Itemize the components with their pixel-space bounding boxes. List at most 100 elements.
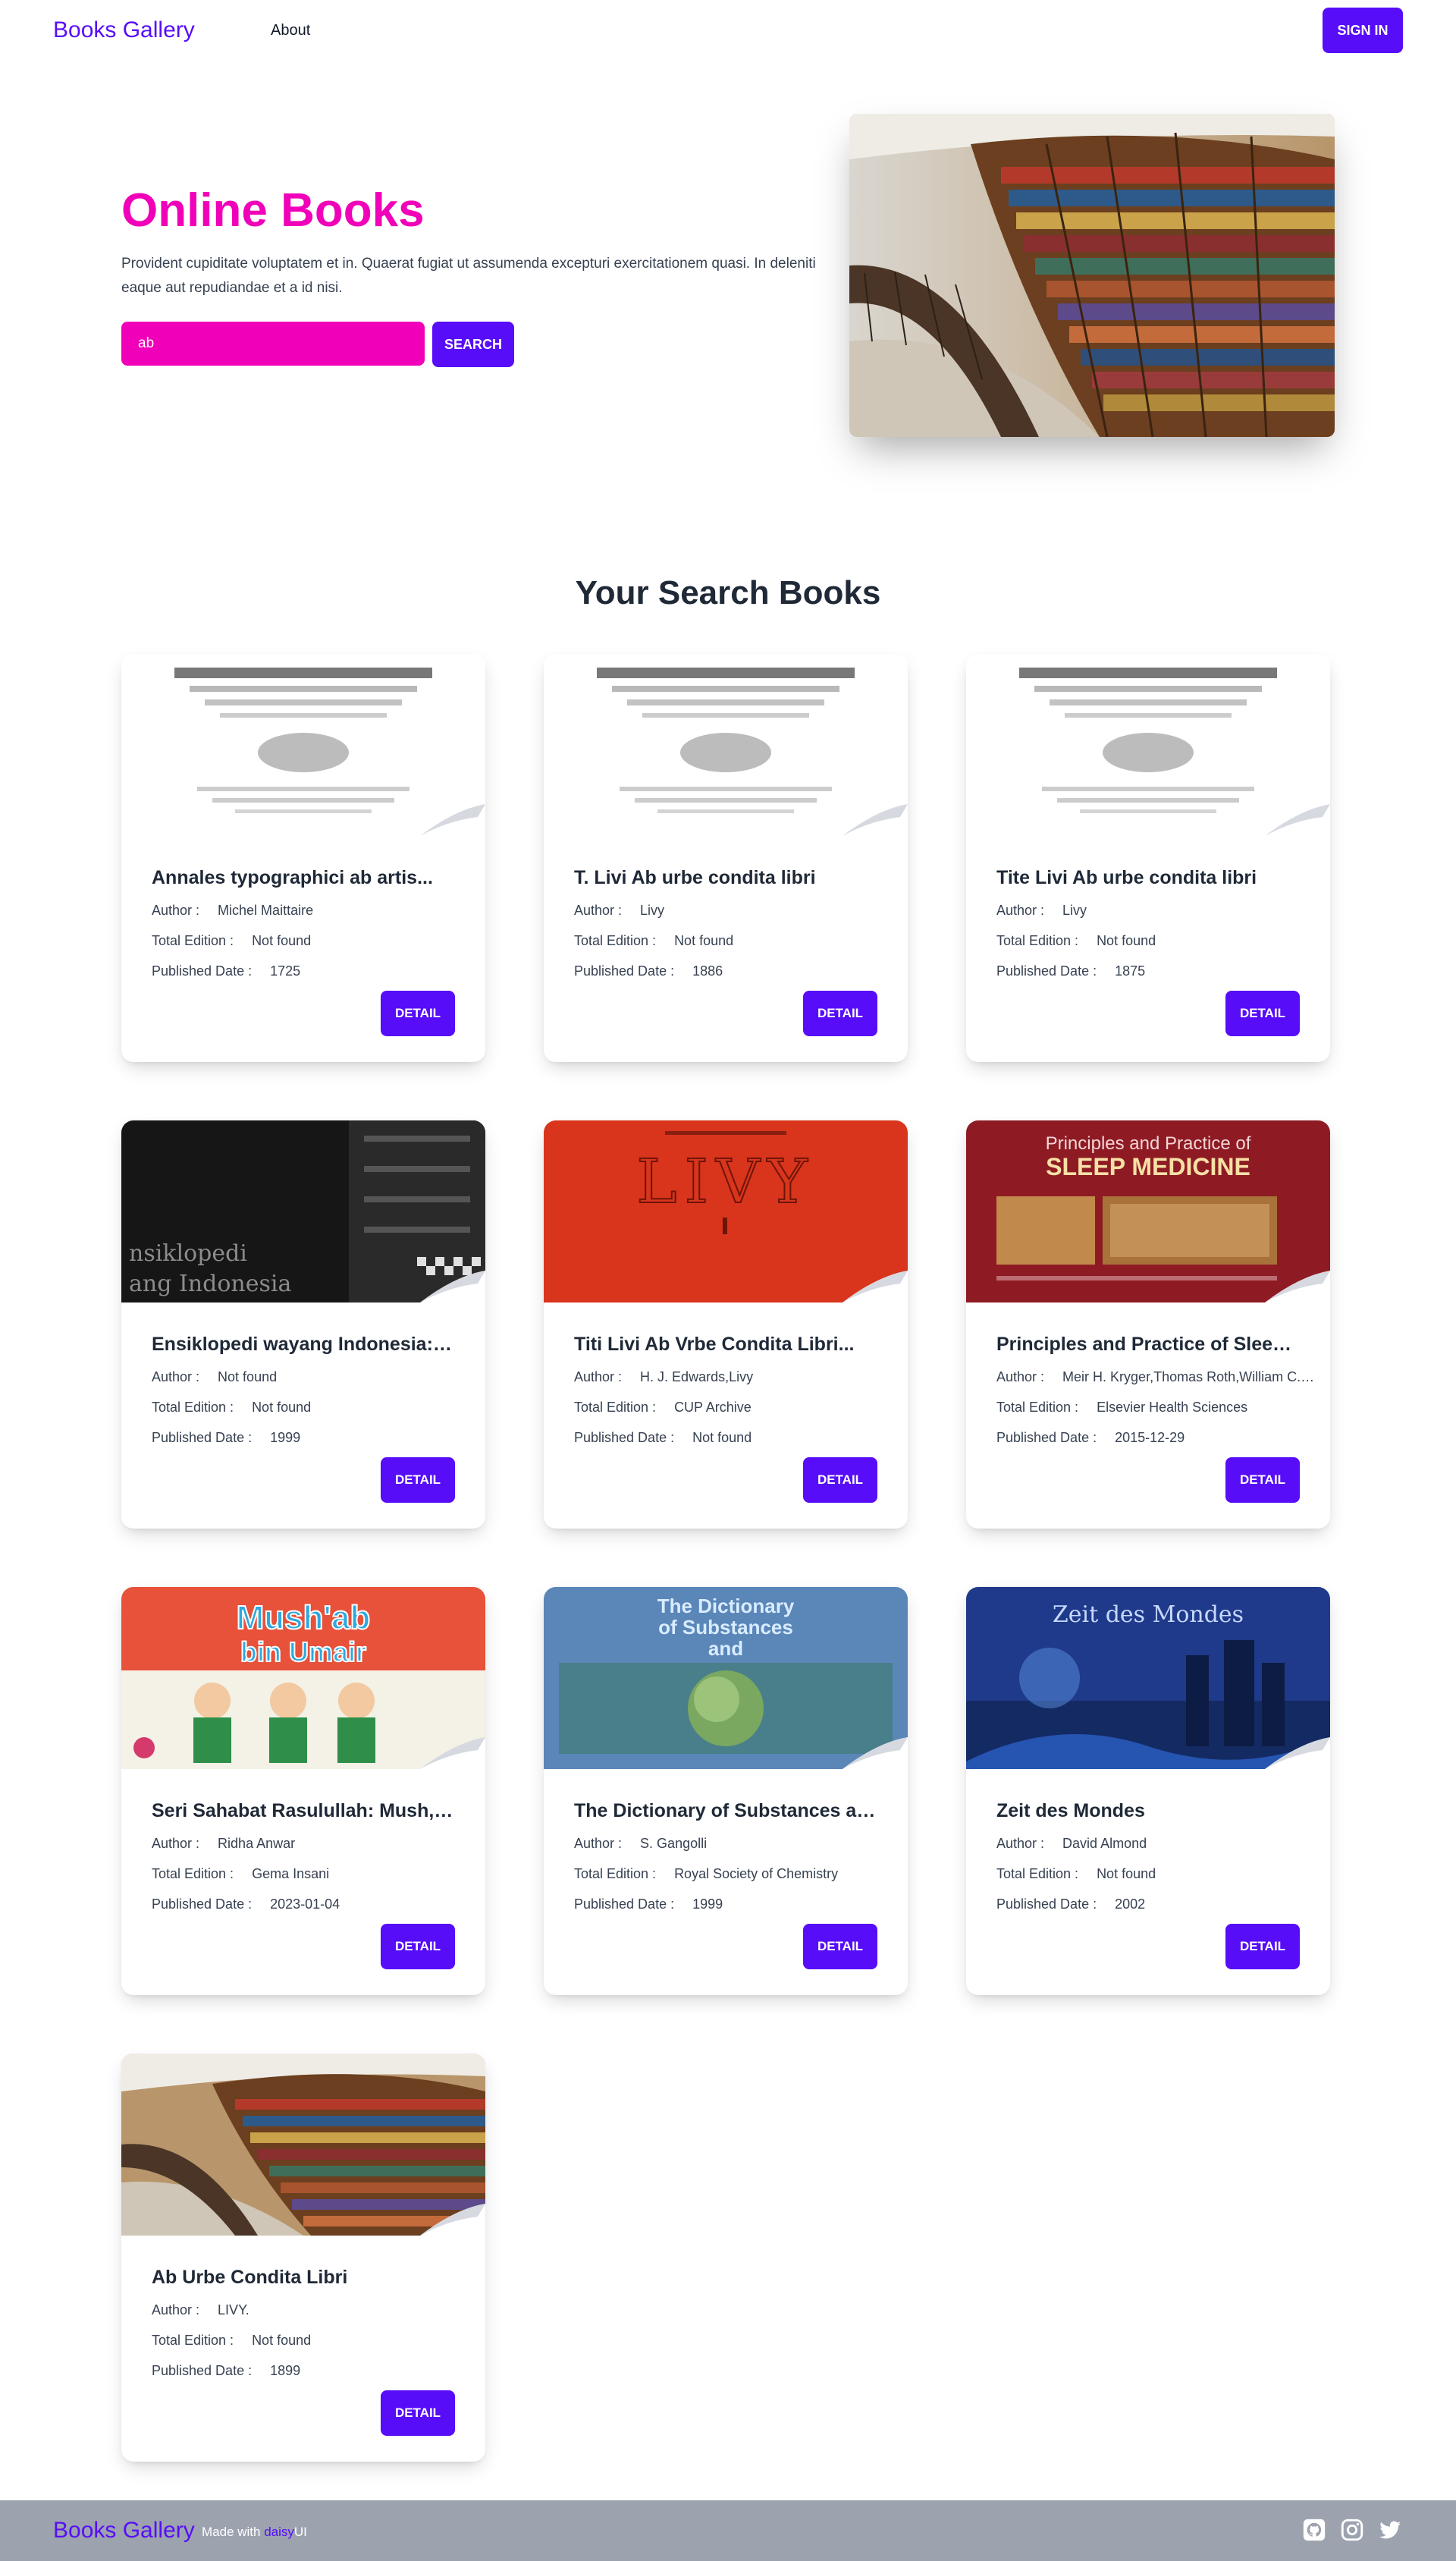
detail-button[interactable]: DETAIL	[1225, 991, 1300, 1036]
edition-label: Total Edition :	[152, 2333, 234, 2348]
book-edition-row: Total Edition : Not found	[152, 932, 470, 950]
book-author-row: Author : Livy	[996, 901, 1315, 919]
book-title: Zeit des Mondes	[996, 1800, 1145, 1821]
sign-in-button[interactable]: SIGN IN	[1323, 8, 1403, 53]
book-card: The Dictionary of Substances and The Dictio…	[544, 1587, 908, 1995]
book-cover-image: LIVY	[544, 1120, 908, 1302]
detail-button[interactable]: DETAIL	[803, 1924, 877, 1969]
book-edition-row: Total Edition : Gema Insani	[152, 1865, 470, 1883]
edition-label: Total Edition :	[996, 933, 1079, 948]
book-edition-row: Total Edition : Elsevier Health Sciences	[996, 1398, 1315, 1416]
detail-button[interactable]: DETAIL	[381, 2390, 455, 2436]
search-input[interactable]	[121, 322, 425, 366]
author-label: Author :	[996, 1836, 1045, 1851]
date-label: Published Date :	[996, 963, 1097, 979]
book-edition-row: Total Edition : Not found	[152, 2331, 470, 2349]
svg-text:nsiklopedi: nsiklopedi	[129, 1240, 247, 1267]
svg-text:LIVY: LIVY	[636, 1146, 814, 1217]
navbar: Books Gallery About SIGN IN	[0, 0, 1456, 61]
book-cover-image: nsiklopedi ang Indonesia	[121, 1120, 485, 1302]
book-card: Ab Urbe Condita Libri Author : LIVY. Total …	[121, 2054, 485, 2462]
date-label: Published Date :	[152, 1896, 253, 1912]
book-edition-row: Total Edition : CUP Archive	[574, 1398, 893, 1416]
book-title: Tite Livi Ab urbe condita libri	[996, 867, 1257, 888]
book-date-row: Published Date : 1899	[152, 2361, 470, 2380]
twitter-icon[interactable]	[1377, 2517, 1403, 2543]
book-cover-image	[966, 654, 1330, 836]
book-edition-row: Total Edition : Royal Society of Chemistr…	[574, 1865, 893, 1883]
book-author-row: Author : Livy	[574, 901, 893, 919]
book-title: Titi Livi Ab Vrbe Condita Libri...	[574, 1334, 855, 1355]
book-date-row: Published Date : 2002	[996, 1895, 1315, 1913]
book-author-row: Author : LIVY.	[152, 2301, 470, 2319]
author-value: H. J. Edwards,Livy	[640, 1369, 754, 1384]
edition-value: Elsevier Health Sciences	[1097, 1400, 1248, 1415]
detail-button[interactable]: DETAIL	[803, 1457, 877, 1503]
author-value: Meir H. Kryger,Thomas Roth,William C. De…	[1062, 1369, 1315, 1384]
date-value: Not found	[692, 1430, 752, 1445]
edition-value: CUP Archive	[674, 1400, 752, 1415]
book-card: nsiklopedi ang Indonesia Ensiklopedi wayan…	[121, 1120, 485, 1529]
detail-button[interactable]: DETAIL	[381, 1457, 455, 1503]
edition-label: Total Edition :	[152, 1400, 234, 1415]
edition-value: Not found	[252, 933, 312, 948]
book-title: Seri Sahabat Rasulullah: Mush,ab...	[152, 1800, 455, 1821]
svg-text:SLEEP MEDICINE: SLEEP MEDICINE	[1046, 1153, 1250, 1180]
date-value: 2002	[1115, 1896, 1146, 1912]
footer-brand-link[interactable]: Books Gallery	[53, 2515, 195, 2546]
date-value: 1999	[692, 1896, 723, 1912]
book-author-row: Author : Not found	[152, 1368, 470, 1386]
author-value: S. Gangolli	[640, 1836, 708, 1851]
detail-button[interactable]: DETAIL	[1225, 1924, 1300, 1969]
svg-text:Zeit des Mondes: Zeit des Mondes	[1053, 1601, 1244, 1628]
book-date-row: Published Date : 2015-12-29	[996, 1428, 1315, 1447]
author-label: Author :	[574, 1836, 623, 1851]
github-icon[interactable]	[1301, 2517, 1327, 2543]
book-author-row: Author : H. J. Edwards,Livy	[574, 1368, 893, 1386]
edition-label: Total Edition :	[152, 1866, 234, 1881]
date-label: Published Date :	[574, 1896, 675, 1912]
date-value: 2015-12-29	[1115, 1430, 1185, 1445]
author-label: Author :	[996, 1369, 1045, 1384]
detail-button[interactable]: DETAIL	[803, 991, 877, 1036]
edition-value: Not found	[252, 1400, 312, 1415]
date-label: Published Date :	[996, 1430, 1097, 1445]
detail-button[interactable]: DETAIL	[381, 991, 455, 1036]
author-label: Author :	[152, 2302, 200, 2317]
book-edition-row: Total Edition : Not found	[996, 932, 1315, 950]
author-value: Not found	[218, 1369, 278, 1384]
edition-label: Total Edition :	[574, 933, 657, 948]
edition-label: Total Edition :	[152, 933, 234, 948]
book-card: Zeit des Mondes Zeit des Mondes Author : Da…	[966, 1587, 1330, 1995]
book-author-row: Author : David Almond	[996, 1834, 1315, 1852]
edition-value: Not found	[674, 933, 734, 948]
book-cover-image	[121, 2054, 485, 2236]
edition-value: Gema Insani	[252, 1866, 330, 1881]
date-label: Published Date :	[152, 1430, 253, 1445]
author-value: LIVY.	[218, 2302, 249, 2317]
date-label: Published Date :	[574, 1430, 675, 1445]
nav-about-link[interactable]: About	[271, 20, 310, 41]
hero-title: Online Books	[121, 184, 425, 237]
book-edition-row: Total Edition : Not found	[996, 1865, 1315, 1883]
search-button[interactable]: SEARCH	[432, 322, 514, 367]
svg-text:and: and	[708, 1637, 743, 1660]
svg-text:The Dictionary: The Dictionary	[657, 1595, 795, 1617]
footer: Books Gallery Made with daisyUI	[0, 2500, 1456, 2561]
author-value: David Almond	[1062, 1836, 1147, 1851]
book-title: Ensiklopedi wayang Indonesia: A-B	[152, 1334, 455, 1355]
book-date-row: Published Date : Not found	[574, 1428, 893, 1447]
book-date-row: Published Date : 2023-01-04	[152, 1895, 470, 1913]
ui-text: UI	[293, 2525, 307, 2539]
brand-link[interactable]: Books Gallery	[53, 15, 195, 46]
book-card: Mush'ab bin Umair Seri Sahabat Rasulullah:…	[121, 1587, 485, 1995]
instagram-icon[interactable]	[1339, 2517, 1365, 2543]
book-date-row: Published Date : 1875	[996, 962, 1315, 980]
made-with-text: Made with	[202, 2525, 261, 2539]
author-value: Livy	[640, 903, 665, 918]
detail-button[interactable]: DETAIL	[381, 1924, 455, 1969]
detail-button[interactable]: DETAIL	[1225, 1457, 1300, 1503]
author-label: Author :	[152, 1369, 200, 1384]
date-label: Published Date :	[152, 963, 253, 979]
date-value: 1999	[270, 1430, 301, 1445]
